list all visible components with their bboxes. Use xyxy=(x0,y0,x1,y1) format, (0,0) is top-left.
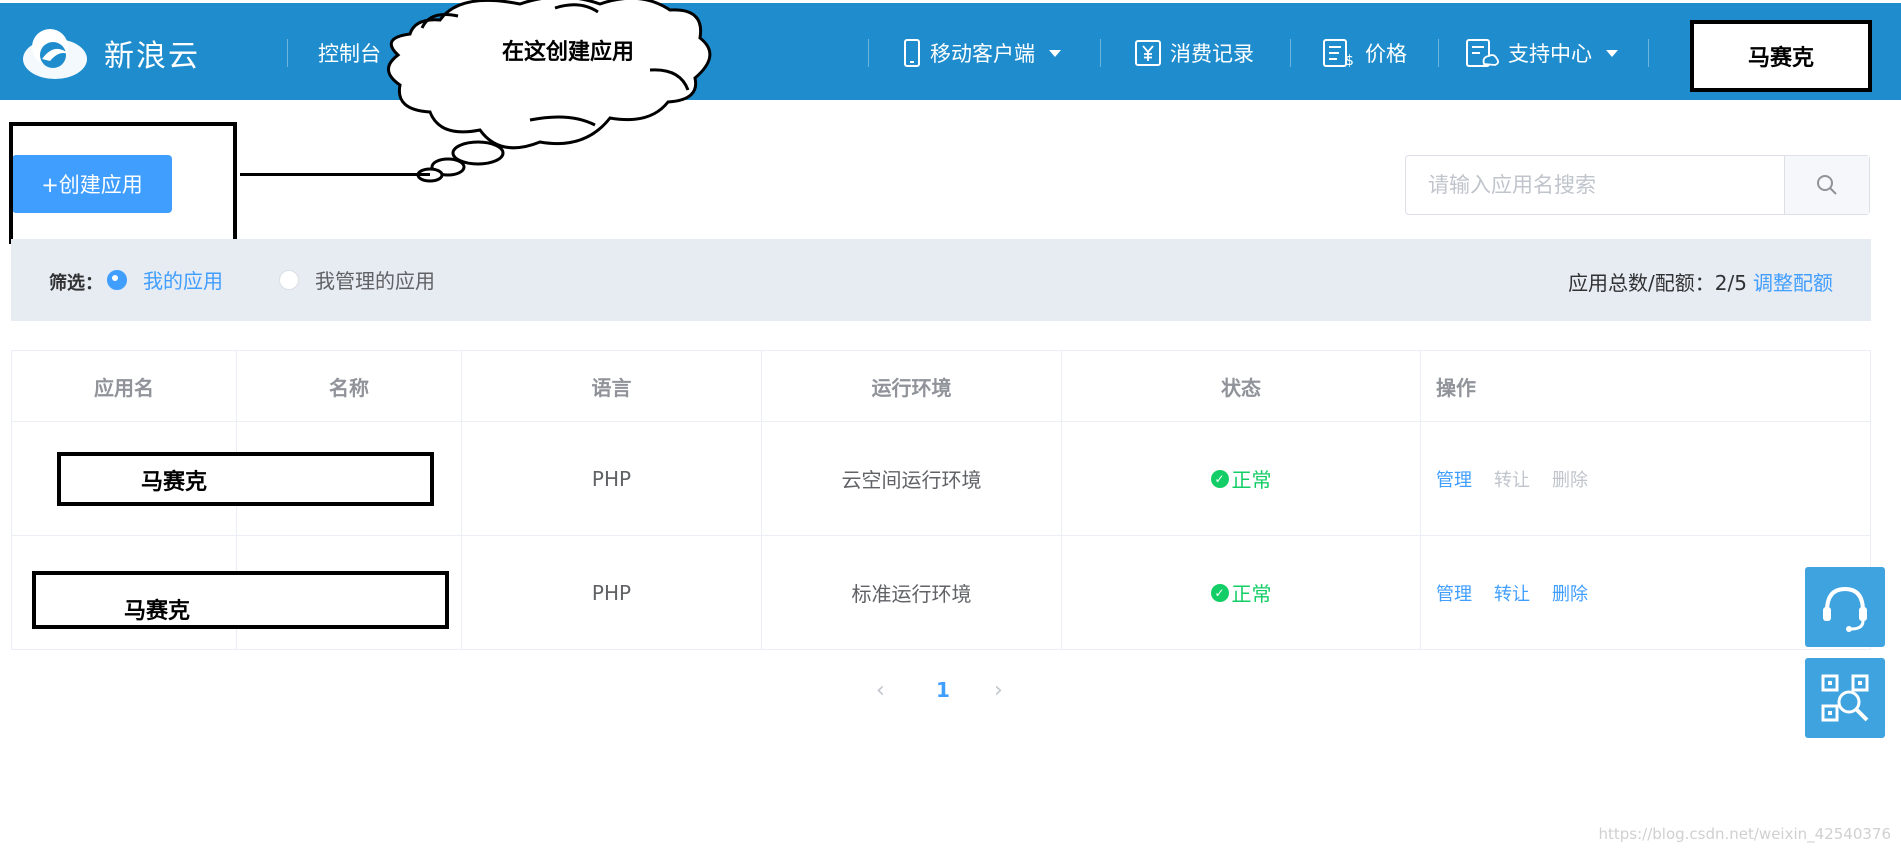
nav-support-label: 支持中心 xyxy=(1508,42,1592,66)
annotation-pointer-line xyxy=(240,173,430,176)
customer-service-button[interactable] xyxy=(1805,567,1885,647)
row2-manage-link[interactable]: 管理 xyxy=(1436,580,1472,606)
nav-price-label: 价格 xyxy=(1365,42,1407,66)
user-name: 马赛克 xyxy=(1747,46,1814,71)
row1-runtime: 云空间运行环境 xyxy=(841,468,982,492)
row2-runtime: 标准运行环境 xyxy=(851,582,972,606)
nav-billing-label: 消费记录 xyxy=(1170,42,1254,66)
chevron-down-icon xyxy=(1049,49,1061,57)
check-circle-icon: ✓ xyxy=(1210,583,1229,602)
row2-status: ✓ 正常 xyxy=(1062,536,1420,649)
column-header-status[interactable]: 状态 xyxy=(1062,351,1420,421)
radio-checked-icon xyxy=(107,269,127,290)
search-button[interactable] xyxy=(1784,156,1869,214)
filter-label: 筛选： xyxy=(49,273,103,294)
top-nav: 新浪云 控制台 移动客户端 消费记录 $ 价格 支持中心 xyxy=(0,0,1901,100)
cloud-logo-icon xyxy=(23,29,87,79)
filter-option-mine-label: 我的应用 xyxy=(143,269,223,293)
quota-info: 应用总数/配额：2/5 调整配额 xyxy=(1568,267,1833,296)
nav-divider xyxy=(868,39,869,67)
svg-text:$: $ xyxy=(1345,53,1354,68)
row2-actions: 管理 转让 删除 xyxy=(1436,536,1610,649)
row1-manage-link[interactable]: 管理 xyxy=(1436,466,1472,492)
filter-bar: 筛选： 我的应用 我管理的应用 应用总数/配额：2/5 调整配额 xyxy=(11,239,1871,321)
watermark-url: https://blog.csdn.net/weixin_42540376 xyxy=(1598,825,1891,843)
annotation-highlight-box xyxy=(9,122,237,244)
check-circle-icon: ✓ xyxy=(1210,469,1229,488)
column-header-runtime[interactable]: 运行环境 xyxy=(762,351,1061,421)
phone-icon xyxy=(904,39,920,67)
annotation-thought-cloud xyxy=(387,0,712,183)
row2-name-mask-text: 马赛克 xyxy=(124,599,191,624)
filter-radio-mine[interactable]: 我的应用 xyxy=(107,265,223,294)
row1-transfer-link[interactable]: 转让 xyxy=(1494,466,1530,492)
nav-divider xyxy=(1100,39,1101,67)
row1-status-text: 正常 xyxy=(1231,468,1272,492)
annotation-cloud-text: 在这创建应用 xyxy=(502,40,635,65)
qr-code-scan-icon xyxy=(1821,674,1869,722)
nav-support[interactable]: 支持中心 xyxy=(1466,39,1618,67)
column-header-language[interactable]: 语言 xyxy=(462,351,761,421)
row1-name-mask-text: 马赛克 xyxy=(141,470,208,495)
headset-icon xyxy=(1823,586,1867,632)
nav-mobile[interactable]: 移动客户端 xyxy=(902,39,1061,67)
next-page-button[interactable]: › xyxy=(994,678,1003,703)
search-input[interactable] xyxy=(1406,156,1786,214)
logo[interactable]: 新浪云 xyxy=(20,25,200,81)
row1-actions: 管理 转让 删除 xyxy=(1436,422,1610,535)
column-divider xyxy=(1420,351,1421,649)
search-box xyxy=(1405,155,1870,215)
row1-name-mask: 马赛克 xyxy=(57,452,434,506)
filter-radio-managed[interactable]: 我管理的应用 xyxy=(279,265,435,294)
nav-mobile-label: 移动客户端 xyxy=(930,42,1035,66)
nav-billing[interactable]: 消费记录 xyxy=(1134,39,1254,67)
row1-language: PHP xyxy=(591,466,632,491)
price-list-icon: $ xyxy=(1323,39,1354,68)
pagination: ‹ 1 › xyxy=(870,678,1010,708)
user-menu-masked[interactable]: 马赛克 xyxy=(1690,20,1872,92)
column-header-name[interactable]: 名称 xyxy=(237,351,461,421)
yen-receipt-icon xyxy=(1135,40,1161,66)
row1-status: ✓ 正常 xyxy=(1062,422,1420,535)
nav-divider xyxy=(1648,39,1649,67)
row2-transfer-link[interactable]: 转让 xyxy=(1494,580,1530,606)
quota-text: 应用总数/配额：2/5 xyxy=(1568,271,1747,295)
row2-language: PHP xyxy=(591,580,632,605)
row2-status-text: 正常 xyxy=(1231,582,1272,606)
nav-divider xyxy=(287,39,288,67)
prev-page-button[interactable]: ‹ xyxy=(876,678,885,703)
row1-delete-link[interactable]: 删除 xyxy=(1552,466,1588,492)
filter-option-managed-label: 我管理的应用 xyxy=(315,269,435,293)
nav-divider xyxy=(1290,39,1291,67)
column-header-app-name[interactable]: 应用名 xyxy=(12,351,236,421)
chevron-down-icon xyxy=(1606,49,1618,57)
radio-unchecked-icon xyxy=(279,269,299,290)
nav-divider xyxy=(1438,39,1439,67)
logo-text: 新浪云 xyxy=(104,39,200,74)
row2-delete-link[interactable]: 删除 xyxy=(1552,580,1588,606)
page-number-current[interactable]: 1 xyxy=(936,678,950,702)
qr-scan-button[interactable] xyxy=(1805,658,1885,738)
column-header-actions[interactable]: 操作 xyxy=(1436,351,1636,421)
row2-name-mask: 马赛克 xyxy=(32,571,449,629)
search-icon xyxy=(1817,175,1837,195)
support-doc-icon xyxy=(1466,39,1500,67)
nav-price[interactable]: $ 价格 xyxy=(1323,39,1407,68)
adjust-quota-link[interactable]: 调整配额 xyxy=(1753,271,1833,295)
